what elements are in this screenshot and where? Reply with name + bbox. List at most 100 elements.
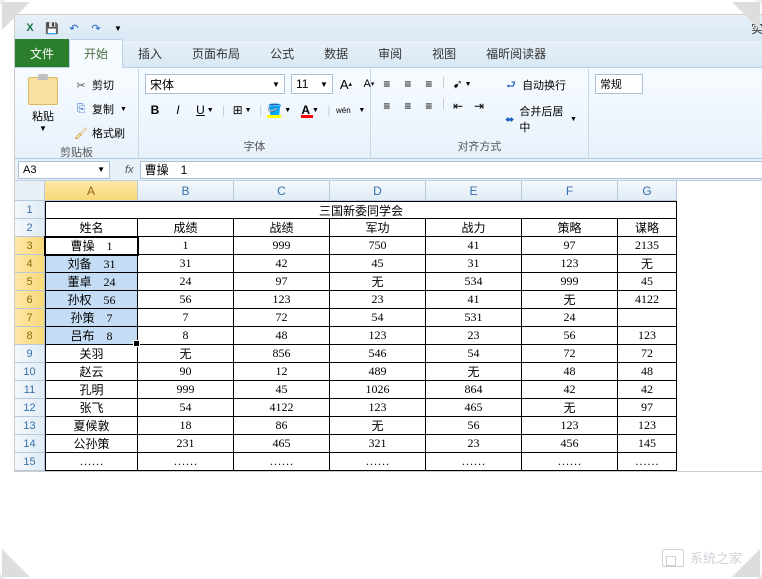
- cell[interactable]: 24: [522, 309, 618, 327]
- cell[interactable]: 145: [618, 435, 677, 453]
- cell[interactable]: 42: [234, 255, 330, 273]
- cell[interactable]: 54: [426, 345, 522, 363]
- border-button[interactable]: ⊞▼: [228, 100, 256, 120]
- phonetic-button[interactable]: wén: [333, 100, 353, 120]
- cell[interactable]: 18: [138, 417, 234, 435]
- cell[interactable]: 无: [618, 255, 677, 273]
- row-header-14[interactable]: 14: [15, 435, 45, 453]
- cell[interactable]: 489: [330, 363, 426, 381]
- cell[interactable]: 123: [618, 417, 677, 435]
- cell[interactable]: 姓名: [45, 219, 138, 237]
- cell[interactable]: 54: [330, 309, 426, 327]
- cell[interactable]: 41: [426, 291, 522, 309]
- align-right-icon[interactable]: ≡: [419, 96, 439, 116]
- copy-button[interactable]: ⎘ 复制 ▼: [69, 98, 132, 120]
- cell[interactable]: 谋略: [618, 219, 677, 237]
- number-format-dropdown[interactable]: 常规: [595, 74, 643, 94]
- active-cell[interactable]: 曹操 1: [45, 237, 138, 255]
- row-header-1[interactable]: 1: [15, 201, 45, 219]
- cell[interactable]: 123: [522, 417, 618, 435]
- cell[interactable]: 750: [330, 237, 426, 255]
- row-header-8[interactable]: 8: [15, 327, 45, 345]
- col-header-C[interactable]: C: [234, 181, 330, 201]
- cell[interactable]: 321: [330, 435, 426, 453]
- cell[interactable]: 48: [522, 363, 618, 381]
- tab-file[interactable]: 文件: [15, 39, 69, 67]
- cell[interactable]: ……: [618, 453, 677, 471]
- format-painter-button[interactable]: 🖌 格式刷: [69, 122, 132, 144]
- paste-dropdown-arrow[interactable]: ▼: [39, 124, 47, 133]
- cell[interactable]: 97: [234, 273, 330, 291]
- fx-icon[interactable]: fx: [125, 164, 134, 176]
- cell[interactable]: 公孙策: [45, 435, 138, 453]
- tab-foxit[interactable]: 福昕阅读器: [471, 39, 561, 67]
- paste-button[interactable]: 粘贴 ▼: [21, 74, 65, 136]
- redo-icon[interactable]: ↷: [87, 19, 105, 37]
- align-bottom-icon[interactable]: ≡: [419, 74, 439, 94]
- row-header-3[interactable]: 3: [15, 237, 45, 255]
- bold-button[interactable]: B: [145, 100, 165, 120]
- cell[interactable]: 12: [234, 363, 330, 381]
- wrap-text-button[interactable]: ⮐ 自动换行: [499, 74, 582, 96]
- cell[interactable]: 孙策 7: [45, 309, 138, 327]
- italic-button[interactable]: I: [168, 100, 188, 120]
- cell[interactable]: 无: [522, 399, 618, 417]
- col-header-G[interactable]: G: [618, 181, 677, 201]
- cell[interactable]: 42: [618, 381, 677, 399]
- cell[interactable]: [618, 309, 677, 327]
- row-header-7[interactable]: 7: [15, 309, 45, 327]
- underline-button[interactable]: U▼: [191, 100, 219, 120]
- cell[interactable]: 56: [426, 417, 522, 435]
- cell[interactable]: 45: [330, 255, 426, 273]
- row-header-10[interactable]: 10: [15, 363, 45, 381]
- name-box[interactable]: A3 ▼: [18, 161, 110, 179]
- cell[interactable]: 无: [426, 363, 522, 381]
- cell[interactable]: 策略: [522, 219, 618, 237]
- cell[interactable]: 48: [234, 327, 330, 345]
- cell[interactable]: 45: [618, 273, 677, 291]
- cell[interactable]: 72: [522, 345, 618, 363]
- cell-title[interactable]: 三国新委同学会: [45, 201, 677, 219]
- cell[interactable]: 24: [138, 273, 234, 291]
- cell[interactable]: 8: [138, 327, 234, 345]
- row-header-13[interactable]: 13: [15, 417, 45, 435]
- cell[interactable]: 战绩: [234, 219, 330, 237]
- tab-insert[interactable]: 插入: [123, 39, 177, 67]
- tab-review[interactable]: 审阅: [363, 39, 417, 67]
- col-header-B[interactable]: B: [138, 181, 234, 201]
- cell[interactable]: 999: [138, 381, 234, 399]
- row-header-6[interactable]: 6: [15, 291, 45, 309]
- cell[interactable]: 赵云: [45, 363, 138, 381]
- cell[interactable]: 吕布 8: [45, 327, 138, 345]
- cut-button[interactable]: ✂ 剪切: [69, 74, 132, 96]
- cell[interactable]: 45: [234, 381, 330, 399]
- row-header-12[interactable]: 12: [15, 399, 45, 417]
- cell[interactable]: 23: [426, 435, 522, 453]
- row-header-9[interactable]: 9: [15, 345, 45, 363]
- cell[interactable]: 546: [330, 345, 426, 363]
- increase-indent-icon[interactable]: ⇥: [469, 96, 489, 116]
- row-header-2[interactable]: 2: [15, 219, 45, 237]
- cell[interactable]: 1: [138, 237, 234, 255]
- cell[interactable]: ……: [426, 453, 522, 471]
- cell[interactable]: 123: [330, 327, 426, 345]
- cell[interactable]: 2135: [618, 237, 677, 255]
- cell[interactable]: 123: [330, 399, 426, 417]
- cell[interactable]: 7: [138, 309, 234, 327]
- cell[interactable]: 465: [426, 399, 522, 417]
- save-icon[interactable]: 💾: [43, 19, 61, 37]
- cell[interactable]: 56: [138, 291, 234, 309]
- align-middle-icon[interactable]: ≡: [398, 74, 418, 94]
- undo-icon[interactable]: ↶: [65, 19, 83, 37]
- cell[interactable]: 123: [522, 255, 618, 273]
- cell[interactable]: 72: [234, 309, 330, 327]
- cell[interactable]: 456: [522, 435, 618, 453]
- cell[interactable]: 41: [426, 237, 522, 255]
- cell[interactable]: 31: [138, 255, 234, 273]
- cell[interactable]: 534: [426, 273, 522, 291]
- cell[interactable]: 90: [138, 363, 234, 381]
- cell[interactable]: ……: [138, 453, 234, 471]
- tab-formulas[interactable]: 公式: [255, 39, 309, 67]
- row-header-5[interactable]: 5: [15, 273, 45, 291]
- cell[interactable]: 999: [234, 237, 330, 255]
